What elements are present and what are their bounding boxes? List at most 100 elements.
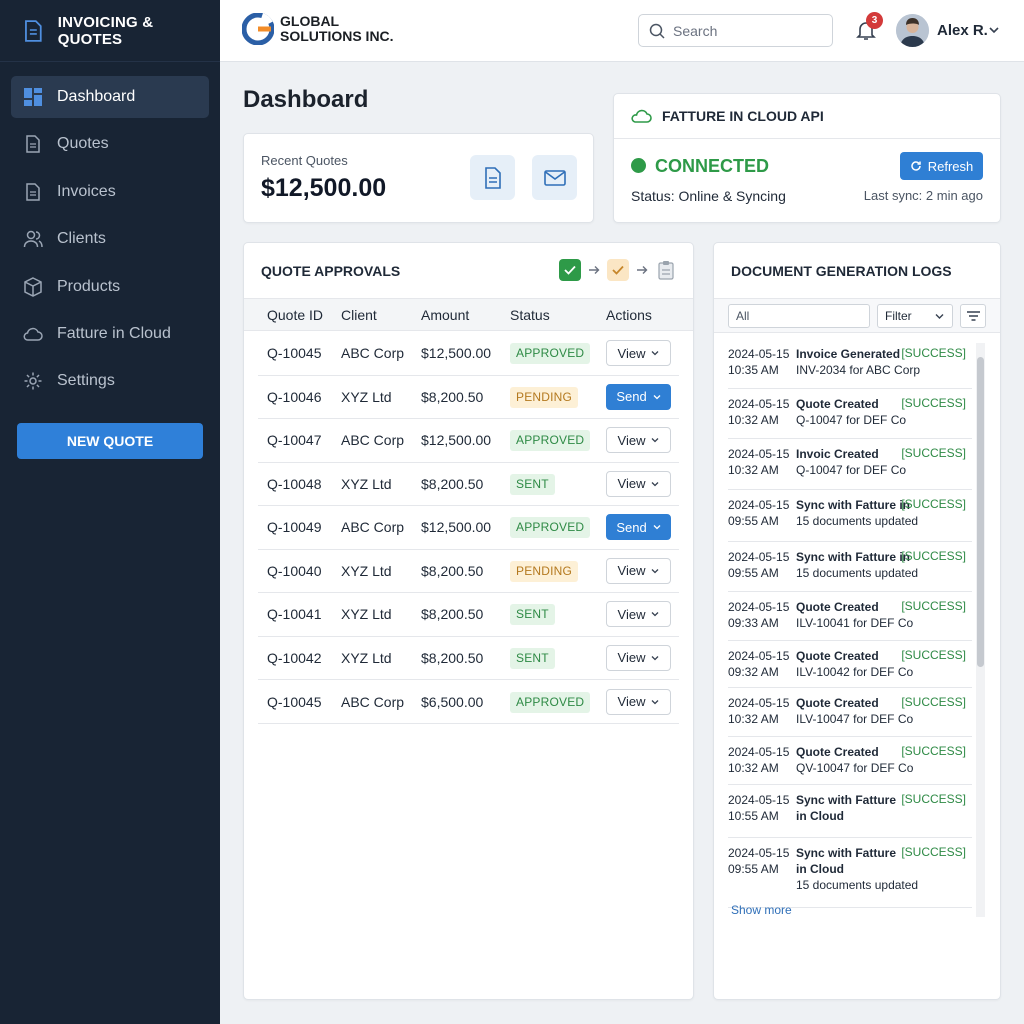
amount: $8,200.50 xyxy=(421,562,484,579)
logs-search-field[interactable]: All xyxy=(728,304,870,328)
log-time: 09:55 AM xyxy=(728,862,779,876)
log-date: 2024-05-15 xyxy=(728,745,790,759)
log-entry[interactable]: 2024-05-15 10:32 AM Quote Created ILV-10047… xyxy=(728,688,972,737)
approvals-title: QUOTE APPROVALS xyxy=(261,263,401,279)
sidebar-item-label: Settings xyxy=(57,372,115,390)
status-badge: APPROVED xyxy=(510,343,591,364)
client-name: ABC Corp xyxy=(341,693,405,710)
log-message: Sync with Fatture in 15 documents updated xyxy=(796,549,918,581)
sidebar-item-fatture-in-cloud[interactable]: Fatture in Cloud xyxy=(11,313,209,355)
connection-status: CONNECTED xyxy=(655,156,770,176)
log-detail: 15 documents updated xyxy=(796,514,919,528)
sidebar-item-clients[interactable]: Clients xyxy=(11,218,209,260)
avatar[interactable] xyxy=(896,14,929,47)
log-message: Sync with Fatture in Cloud 15 documents up… xyxy=(796,845,918,893)
log-detail: QV-10047 for DEF Co xyxy=(796,761,914,775)
view-button[interactable]: View xyxy=(606,644,671,671)
log-title: Quote Created xyxy=(796,696,879,710)
log-title: Quote Created xyxy=(796,397,879,411)
api-card-header: FATTURE IN CLOUD API xyxy=(614,94,1000,139)
document-icon xyxy=(25,19,42,42)
action-label: Send xyxy=(616,519,647,535)
sidebar-item-label: Fatture in Cloud xyxy=(57,324,171,342)
sidebar-item-invoices[interactable]: Invoices xyxy=(11,171,209,213)
log-entry[interactable]: 2024-05-15 10:35 AM Invoice Generated INV-2… xyxy=(728,339,972,389)
table-row: Q-10042 XYZ Ltd $8,200.50 SENT View xyxy=(258,637,679,680)
quote-id: Q-10047 xyxy=(267,432,322,448)
log-timestamp: 2024-05-15 10:32 AM xyxy=(728,744,789,776)
log-message: Sync with Fatture in 15 documents updated xyxy=(796,497,918,529)
action-label: Send xyxy=(616,389,647,404)
sidebar-item-settings[interactable]: Settings xyxy=(11,360,209,402)
quote-id: Q-10040 xyxy=(267,562,322,579)
log-detail: 15 documents updated xyxy=(796,566,919,580)
status-badge: APPROVED xyxy=(510,691,591,713)
sidebar-item-label: Dashboard xyxy=(57,88,136,105)
log-title: Sync with Fatture in xyxy=(796,498,911,512)
scrollbar-thumb[interactable] xyxy=(977,357,984,667)
new-quote-button[interactable]: NEW QUOTE xyxy=(17,423,203,459)
logs-title: DOCUMENT GENERATION LOGS xyxy=(731,263,952,279)
log-time: 10:35 AM xyxy=(728,363,779,377)
document-icon xyxy=(484,166,501,189)
log-entry[interactable]: 2024-05-15 10:32 AM Quote Created Q-10047 f… xyxy=(728,389,972,439)
log-status: [SUCCESS] xyxy=(901,599,966,613)
log-entry[interactable]: 2024-05-15 10:55 AM Sync with Fatture in Cl… xyxy=(728,785,972,838)
action-label: View xyxy=(617,563,646,578)
top-bar: GLOBAL SOLUTIONS INC. 3 Alex R. xyxy=(220,0,1024,62)
sidebar-item-dashboard[interactable]: Dashboard xyxy=(11,76,209,118)
mail-icon xyxy=(543,169,566,186)
refresh-button[interactable]: Refresh xyxy=(900,152,983,180)
view-button[interactable]: View xyxy=(606,688,671,715)
log-time: 10:32 AM xyxy=(728,463,779,477)
client-name: XYZ Ltd xyxy=(341,649,392,666)
log-detail: INV-2034 for ABC Corp xyxy=(796,363,921,377)
logs-filter-dropdown[interactable]: Filter xyxy=(877,304,953,328)
search-box[interactable] xyxy=(638,14,833,47)
log-message: Sync with Fatture in Cloud xyxy=(796,792,896,824)
send-button[interactable]: Send xyxy=(606,514,671,540)
show-more-link[interactable]: Show more xyxy=(731,903,792,917)
client-name: XYZ Ltd xyxy=(341,606,392,622)
client-name: ABC Corp xyxy=(341,345,405,361)
log-entry[interactable]: 2024-05-15 09:33 AM Quote Created ILV-10041… xyxy=(728,592,972,641)
quote-id: Q-10049 xyxy=(267,519,322,535)
log-entry[interactable]: 2024-05-15 09:55 AM Sync with Fatture in 15… xyxy=(728,490,972,542)
log-detail: Q-10047 for DEF Co xyxy=(796,413,907,427)
last-sync: Last sync: 2 min ago xyxy=(863,188,983,203)
quote-id: Q-10042 xyxy=(267,649,322,666)
sort-button[interactable] xyxy=(960,304,986,328)
log-status: [SUCCESS] xyxy=(901,446,966,460)
view-button[interactable]: View xyxy=(606,601,671,627)
view-button[interactable]: View xyxy=(606,470,671,497)
log-title-cont: in Cloud xyxy=(796,862,844,876)
document-logs-card: DOCUMENT GENERATION LOGS All Filter 2024… xyxy=(713,242,1001,1000)
status-badge: APPROVED xyxy=(510,517,591,538)
log-status: [SUCCESS] xyxy=(901,648,966,662)
log-date: 2024-05-15 xyxy=(728,447,790,461)
log-entry[interactable]: 2024-05-15 10:32 AM Invoic Created Q-10047 … xyxy=(728,439,972,490)
document-button[interactable] xyxy=(470,155,515,200)
sidebar-item-products[interactable]: Products xyxy=(11,266,209,308)
notification-badge: 3 xyxy=(866,12,883,29)
send-button[interactable]: Send xyxy=(606,383,671,410)
log-message: Quote Created ILV-10042 for DEF Co xyxy=(796,648,913,680)
log-detail: ILV-10042 for DEF Co xyxy=(796,665,914,679)
chevron-down-icon[interactable] xyxy=(988,24,1000,36)
log-entry[interactable]: 2024-05-15 09:55 AM Sync with Fatture in Cl… xyxy=(728,838,972,908)
user-name[interactable]: Alex R. xyxy=(937,22,988,39)
table-header: Quote ID Client Amount Status Actions xyxy=(244,298,693,331)
action-label: View xyxy=(617,650,646,665)
view-button[interactable]: View xyxy=(606,340,671,366)
log-entry[interactable]: 2024-05-15 10:32 AM Quote Created QV-10047 … xyxy=(728,737,972,785)
log-entry[interactable]: 2024-05-15 09:32 AM Quote Created ILV-10042… xyxy=(728,641,972,688)
email-button[interactable] xyxy=(532,155,577,200)
sidebar-item-quotes[interactable]: Quotes xyxy=(11,123,209,165)
search-input[interactable] xyxy=(673,22,813,39)
log-entry[interactable]: 2024-05-15 09:55 AM Sync with Fatture in 15… xyxy=(728,542,972,592)
view-button[interactable]: View xyxy=(606,427,671,453)
table-row: Q-10046 XYZ Ltd $8,200.50 PENDING Send xyxy=(258,376,679,419)
logs-scrollbar[interactable] xyxy=(976,343,985,917)
logs-list: 2024-05-15 10:35 AM Invoice Generated INV-2… xyxy=(728,339,972,908)
view-button[interactable]: View xyxy=(606,557,671,584)
